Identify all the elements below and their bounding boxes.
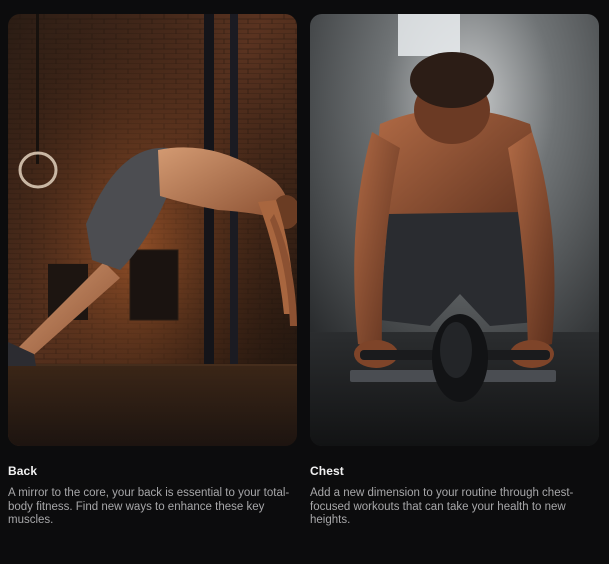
card-back[interactable]: Back A mirror to the core, your back is … <box>8 14 297 528</box>
back-exercise-illustration <box>8 14 297 446</box>
chest-exercise-illustration <box>310 14 599 446</box>
chest-exercise-image[interactable] <box>310 14 599 446</box>
card-description: A mirror to the core, your back is essen… <box>8 487 290 526</box>
card-chest[interactable]: Chest Add a new dimension to your routin… <box>310 14 599 528</box>
page: Back A mirror to the core, your back is … <box>0 0 609 564</box>
card-description: Add a new dimension to your routine thro… <box>310 487 574 526</box>
card-title: Chest <box>310 464 344 478</box>
card-title: Back <box>8 464 38 478</box>
back-exercise-image[interactable] <box>8 14 297 446</box>
